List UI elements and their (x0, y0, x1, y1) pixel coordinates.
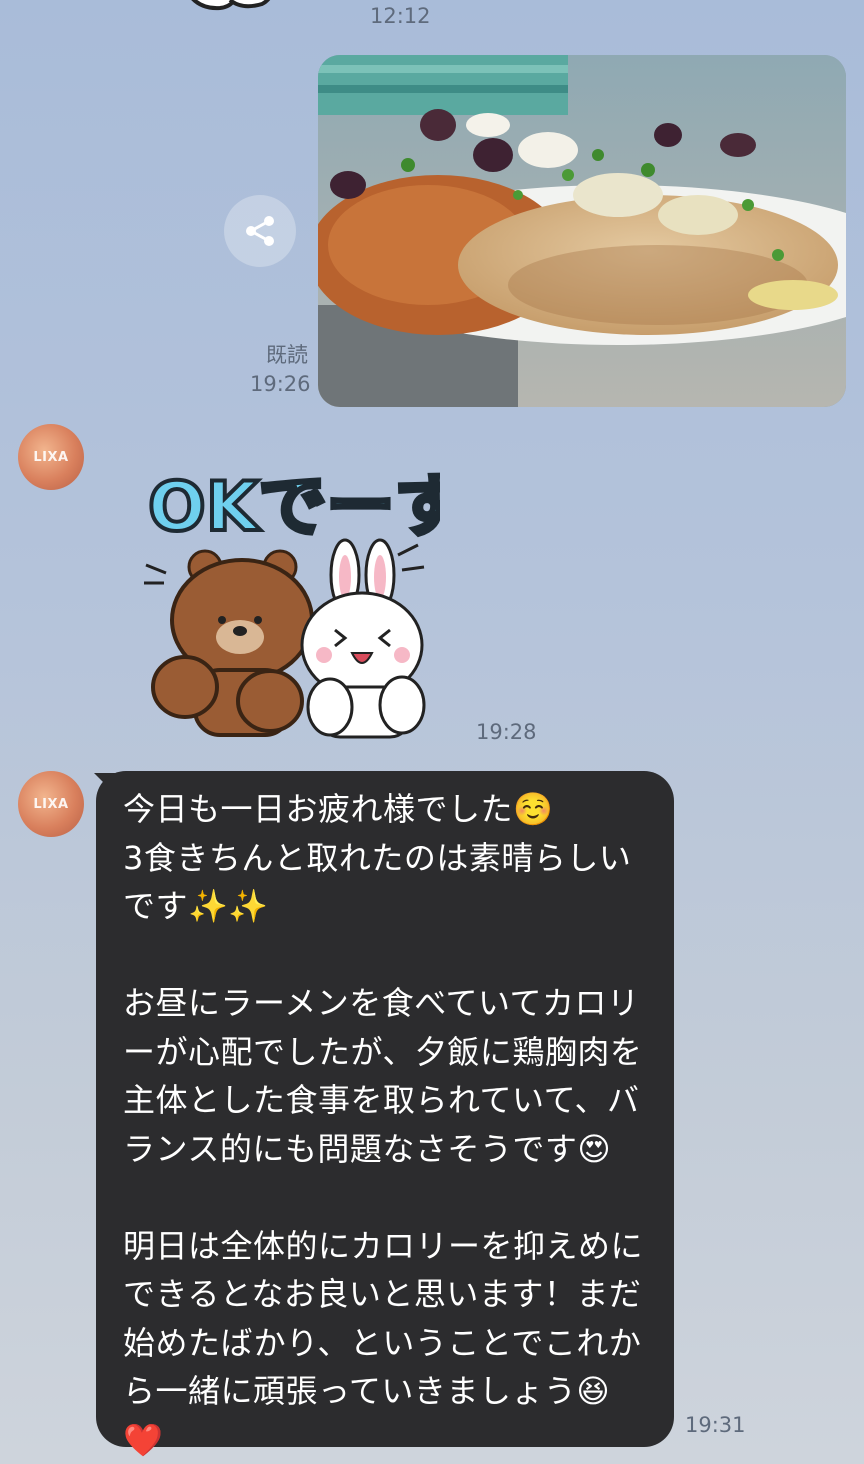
bear-rabbit-sticker-image: OKでーす! (144, 466, 496, 739)
food-photo[interactable] (318, 55, 846, 407)
message-time: 12:12 (370, 4, 431, 28)
sticker-text: OKでーす! (148, 468, 440, 547)
partial-sticker[interactable] (172, 0, 282, 18)
message-time: 19:31 (685, 1413, 746, 1437)
avatar-label: LIXA (33, 796, 69, 812)
avatar[interactable]: LIXA (18, 771, 84, 837)
message-time: 19:26 (250, 372, 311, 396)
message-bubble[interactable]: 今日も一日お疲れ様でした☺️ 3食きちんと取れたのは素晴らしい です✨✨ お昼に… (96, 771, 674, 1459)
ok-sticker[interactable]: OKでーす! (140, 455, 496, 740)
share-button[interactable] (224, 195, 296, 267)
avatar[interactable]: LIXA (18, 424, 84, 490)
avatar-label: LIXA (33, 449, 69, 465)
message-text: 今日も一日お疲れ様でした☺️ 3食きちんと取れたのは素晴らしい です✨✨ お昼に… (123, 790, 644, 1459)
share-icon (246, 216, 274, 246)
message-time: 19:28 (476, 720, 537, 744)
read-status: 既読 (266, 343, 308, 367)
food-photo-image (318, 55, 846, 407)
